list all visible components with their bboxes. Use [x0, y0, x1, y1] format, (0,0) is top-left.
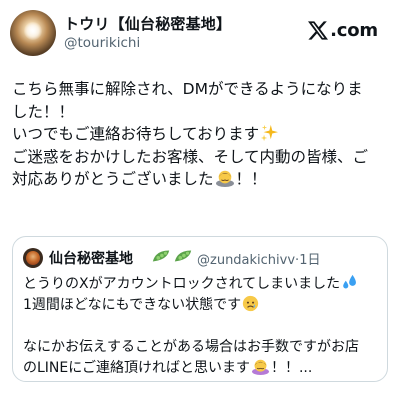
- quoted-line-4-text: なにかお伝えすることがある場合はお手数ですがお店: [23, 339, 359, 355]
- tweet-text: こちら無事に解除され、DMができるようになりま した！！ いつでもご連絡お待ちし…: [12, 78, 390, 191]
- tweet-line-4: ご迷惑をおかけしたお客様、そして内動の皆様、ご: [12, 147, 369, 166]
- quoted-line-1: とうりのXがアカウントロックされてしまいました: [23, 274, 379, 295]
- tweet-line-2: した！！: [12, 102, 75, 121]
- pea-pod-icon: [174, 250, 192, 262]
- quoted-line-2: 1週間ほどなにもできない状態です: [23, 295, 379, 316]
- sweat-droplets-icon: [343, 274, 357, 289]
- quoted-meta: @zundakichivv·1日: [197, 249, 320, 268]
- quoted-name-emojis: [151, 248, 193, 264]
- quoted-line-5-text: のLINEにご連絡頂ければと思います: [23, 360, 250, 376]
- tweet-card: トウリ【仙台秘密基地】 @tourikichi .com こちら無事に解除され、…: [0, 0, 400, 400]
- author-display-name[interactable]: トウリ【仙台秘密基地】: [64, 13, 231, 34]
- x-com-brand: .com: [308, 20, 378, 41]
- sparkles-icon: [260, 124, 279, 142]
- author-handle[interactable]: @tourikichi: [64, 35, 140, 51]
- x-logo-icon: [308, 21, 329, 40]
- quoted-avatar-inner: [26, 251, 40, 265]
- quoted-line-4: なにかお伝えすることがある場合はお手数ですがお店: [23, 337, 379, 358]
- bowing-person-icon: [251, 359, 269, 375]
- tweet-line-3-text: いつでもご連絡お待ちしております: [12, 125, 260, 143]
- quoted-timestamp[interactable]: 1日: [299, 253, 320, 268]
- quoted-line-2-text: 1週間ほどなにもできない状態です: [23, 297, 242, 313]
- pea-pod-icon: [152, 250, 170, 262]
- quoted-tweet-text: とうりのXがアカウントロックされてしまいました 1週間ほどなにもできない状態ですな…: [23, 274, 379, 379]
- author-avatar[interactable]: [10, 10, 56, 56]
- quoted-line-1-text: とうりのXがアカウントロックされてしまいました: [23, 276, 341, 292]
- quoted-line-6-ending: ！！...: [270, 360, 313, 376]
- tweet-line-5-text: 対応ありがとうございました: [12, 170, 214, 188]
- avatar-light-flare: [24, 22, 42, 40]
- quoted-author-display-name[interactable]: 仙台秘密基地: [49, 248, 133, 268]
- quoted-blank-line: [23, 316, 379, 337]
- quoted-line-5: のLINEにご連絡頂ければと思います ！！...: [23, 358, 379, 379]
- quoted-author-avatar[interactable]: [23, 248, 43, 268]
- tweet-line-3: いつでもご連絡お待ちしております: [12, 123, 390, 146]
- tweet-line-5-ending: ！！: [235, 170, 267, 188]
- quoted-tweet[interactable]: 仙台秘密基地 @zundakichivv·1日 とうりのXがアカウントロックされ…: [12, 236, 388, 382]
- quoted-author-handle[interactable]: @zundakichivv: [197, 253, 295, 268]
- worried-face-icon: [242, 295, 259, 312]
- bowing-person-icon: [215, 170, 234, 187]
- tweet-line-1: こちら無事に解除され、DMができるようになりま: [12, 80, 363, 98]
- brand-domain-text: .com: [330, 20, 378, 41]
- tweet-line-5: 対応ありがとうございました ！！: [12, 168, 390, 191]
